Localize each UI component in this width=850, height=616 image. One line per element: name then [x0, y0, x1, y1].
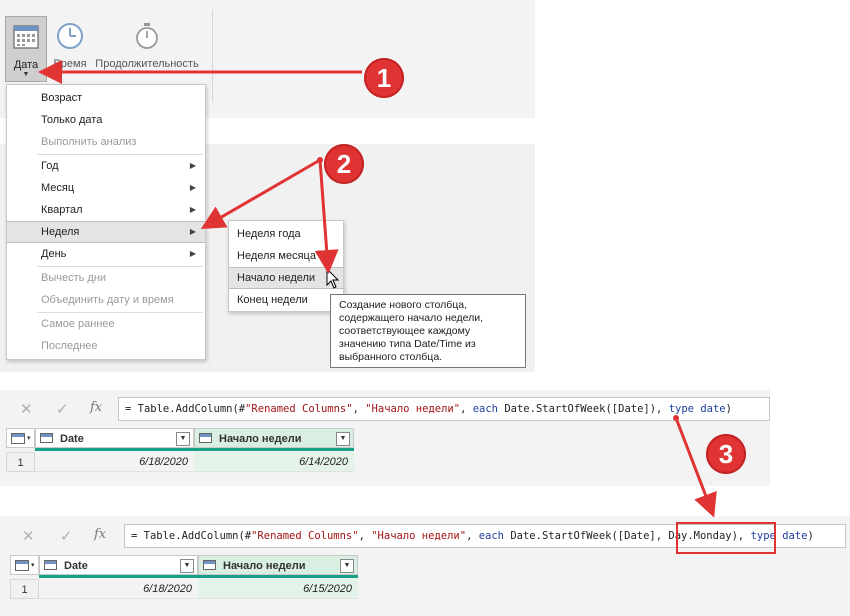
callout-badge-3: 3	[706, 434, 746, 474]
callout-arrow-3	[674, 417, 717, 518]
annotation-arrows	[38, 60, 717, 518]
callout-badge-1: 1	[364, 58, 404, 98]
callout-arrow-2a	[200, 158, 321, 230]
callout-badge-2: 2	[324, 144, 364, 184]
callout-arrow-2b	[314, 159, 339, 274]
